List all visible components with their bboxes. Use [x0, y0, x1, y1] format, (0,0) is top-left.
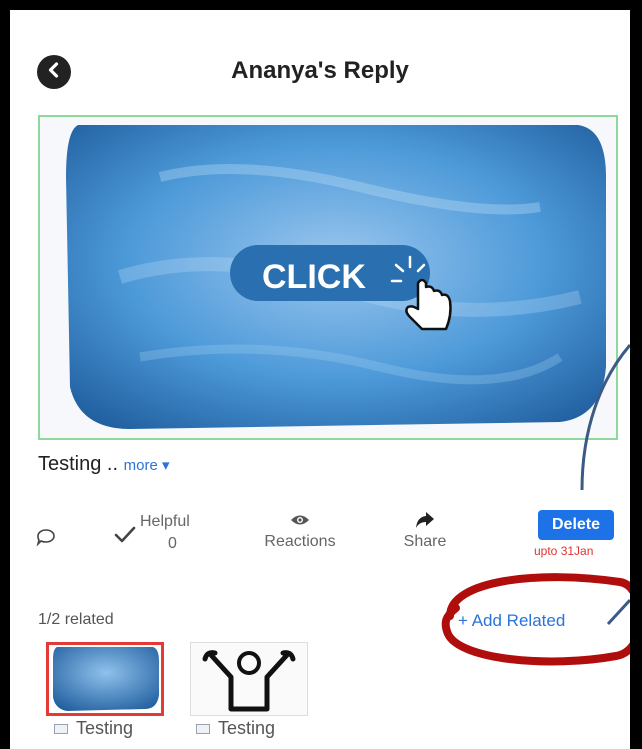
add-related-link[interactable]: + Add Related: [458, 611, 565, 631]
related-item-label: Testing: [196, 718, 275, 739]
reply-panel: Ananya's Reply CLICK Testing .. more ▾ H…: [10, 10, 630, 749]
post-caption: Testing .. more ▾: [38, 453, 169, 476]
pointer-hand-icon: [388, 253, 458, 338]
related-thumbnail[interactable]: [190, 642, 308, 716]
related-thumbnail-selected[interactable]: [46, 642, 164, 716]
eye-icon: [250, 513, 350, 533]
comment-button[interactable]: [36, 528, 56, 551]
more-link[interactable]: more ▾: [124, 457, 170, 474]
share-icon: [390, 510, 460, 533]
callout-pointer: [606, 598, 630, 626]
delete-button[interactable]: Delete: [538, 510, 614, 540]
speech-bubble-thumbnail: [49, 645, 161, 713]
helpful-label: Helpful: [140, 513, 190, 530]
delete-expiry-note: upto 31Jan: [534, 544, 594, 558]
comment-icon: [36, 529, 56, 550]
click-label: CLICK: [262, 258, 366, 296]
header: Ananya's Reply: [10, 10, 630, 110]
reactions-label: Reactions: [264, 533, 336, 550]
reactions-button[interactable]: Reactions: [250, 513, 350, 551]
helpful-count: 0: [168, 535, 177, 552]
page-title: Ananya's Reply: [231, 57, 409, 84]
related-count: 1/2 related: [38, 611, 114, 628]
related-item-label: Testing: [54, 718, 133, 739]
reply-media[interactable]: CLICK: [38, 115, 618, 440]
check-icon: [114, 525, 136, 548]
person-raising-arms-icon: [202, 650, 296, 712]
share-button[interactable]: Share: [390, 510, 460, 551]
share-label: Share: [403, 533, 447, 550]
image-icon: [196, 723, 210, 734]
caption-text: Testing ..: [38, 453, 119, 475]
image-icon: [54, 723, 68, 734]
